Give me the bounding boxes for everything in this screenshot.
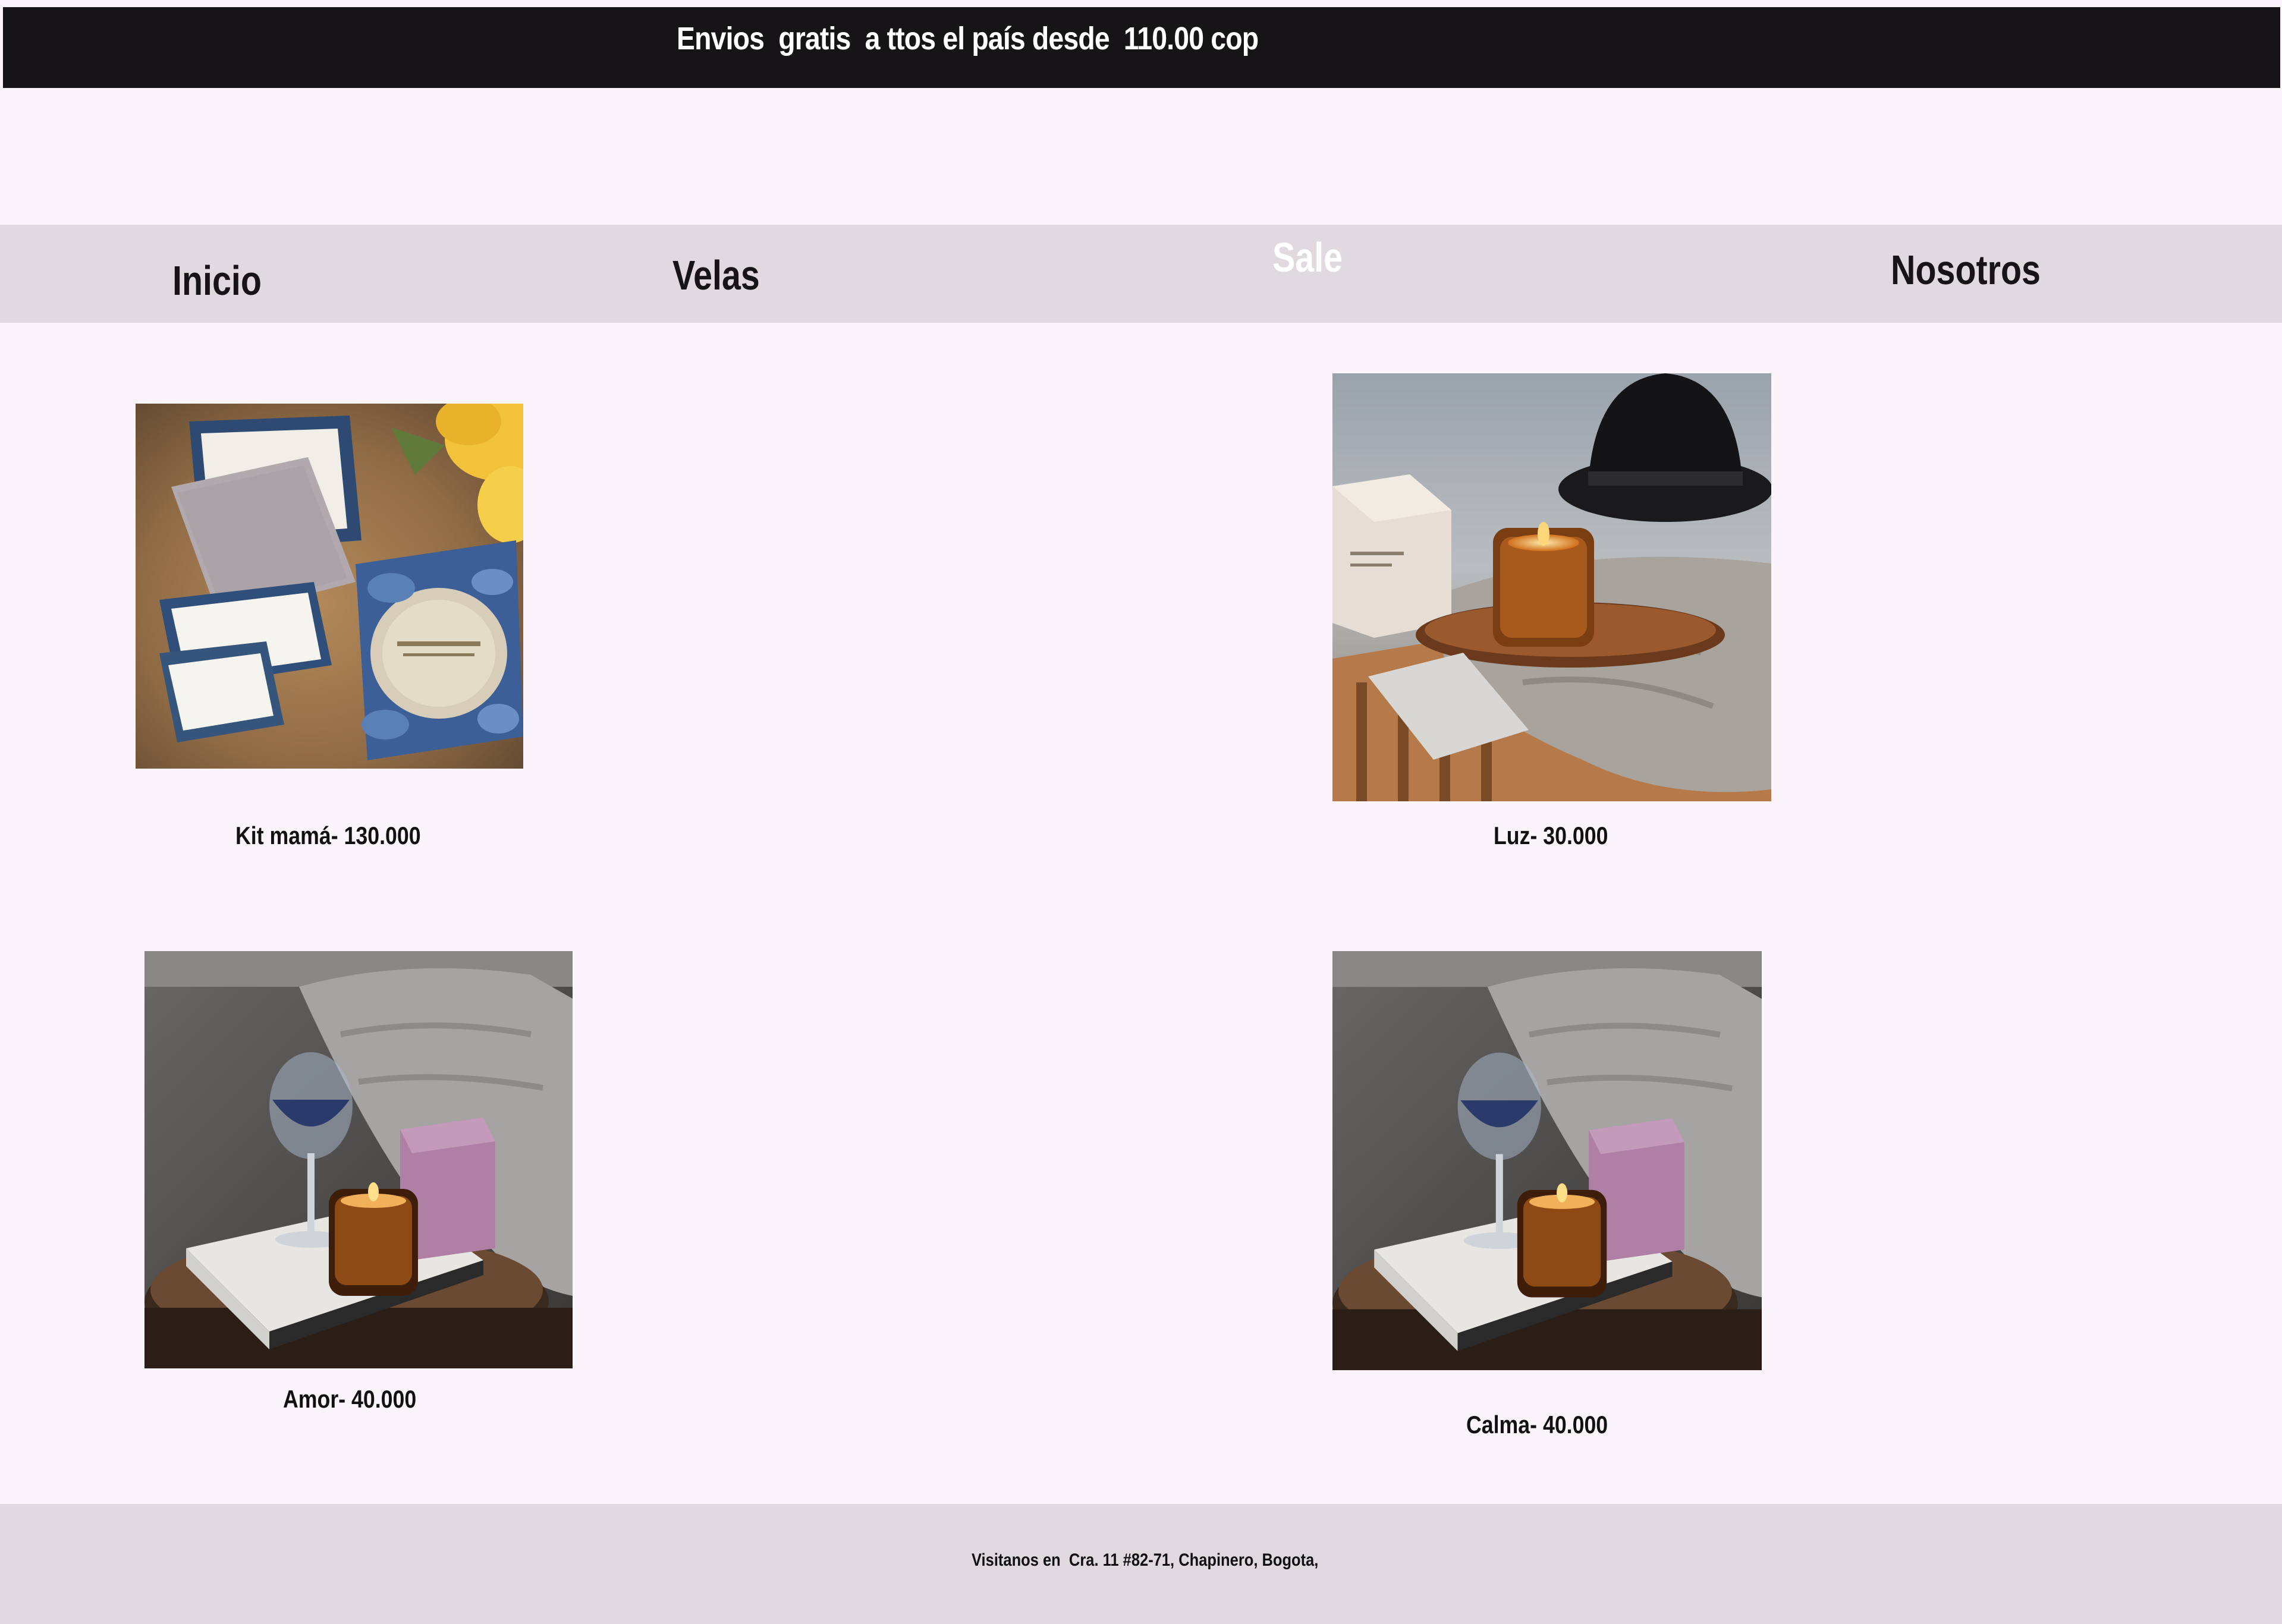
page: Envios gratis a ttos el país desde 110.0… [0, 0, 2282, 1624]
nav-item-nosotros[interactable]: Nosotros [1891, 246, 2041, 294]
candle-with-wine-photo [1332, 951, 1762, 1370]
candle-with-wine-photo [144, 951, 573, 1368]
product-image-luz[interactable] [1332, 373, 1771, 801]
product-image-kit-mama[interactable] [136, 404, 523, 769]
announcement-text: Envios gratis a ttos el país desde 110.0… [677, 21, 1259, 56]
nav-item-inicio[interactable]: Inicio [172, 257, 262, 304]
nav-item-velas[interactable]: Velas [672, 251, 760, 299]
product-label-amor[interactable]: Amor- 40.000 [283, 1385, 416, 1414]
product-label-kit-mama[interactable]: Kit mamá- 130.000 [235, 822, 421, 850]
announcement-bar: Envios gratis a ttos el país desde 110.0… [3, 7, 2280, 88]
candle-with-hat-photo [1332, 373, 1771, 801]
main-nav: Inicio Velas Sale Nosotros [0, 225, 2282, 323]
product-image-calma[interactable] [1332, 951, 1762, 1370]
footer-address: Visitanos en Cra. 11 #82-71, Chapinero, … [972, 1550, 1319, 1570]
product-label-calma[interactable]: Calma- 40.000 [1466, 1411, 1608, 1439]
product-label-luz[interactable]: Luz- 30.000 [1494, 822, 1608, 850]
product-image-amor[interactable] [144, 951, 573, 1368]
footer: Visitanos en Cra. 11 #82-71, Chapinero, … [0, 1504, 2282, 1624]
nav-item-sale[interactable]: Sale [1272, 234, 1343, 281]
gift-kit-photo [136, 404, 523, 769]
